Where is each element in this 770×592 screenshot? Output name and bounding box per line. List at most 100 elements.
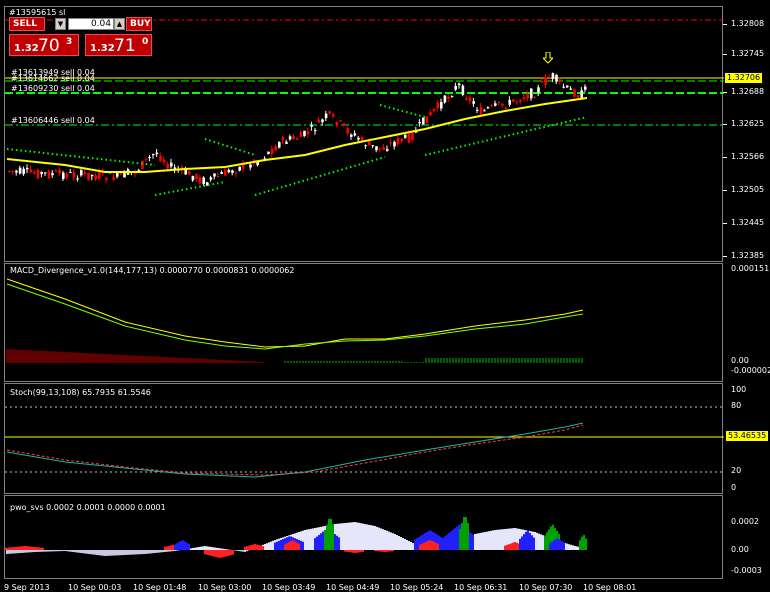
time-axis-label: 10 Sep 06:31 (454, 583, 508, 592)
candle-body (389, 142, 393, 144)
chevron-down-icon[interactable]: ▼ (55, 18, 66, 30)
candle-body (15, 170, 18, 173)
macd-canvas[interactable] (5, 264, 724, 383)
candle-body (11, 170, 15, 172)
stoch-signal-line (6, 424, 584, 476)
candle-body (58, 169, 61, 174)
candle-body (504, 107, 508, 109)
candle-body (202, 177, 205, 185)
candle-body (519, 100, 522, 102)
candle-body (288, 136, 292, 140)
candle-body (227, 169, 231, 173)
candle-body (310, 125, 313, 127)
candle-body (486, 107, 490, 109)
candle-body (234, 172, 238, 174)
order-label-3[interactable]: #13609230 sell 0.04 (11, 84, 95, 93)
pwo-axis-label: -0.0003 (731, 566, 762, 575)
sell-button[interactable]: SELL (9, 17, 45, 31)
price-axis-label: 1.32566 (731, 152, 765, 161)
time-axis-label: 10 Sep 01:48 (133, 583, 187, 592)
candle-body (353, 133, 357, 136)
candle-body (278, 142, 281, 148)
order-label-2[interactable]: #13614662 sell 0.04 (11, 74, 95, 83)
time-axis-label: 9 Sep 2013 (4, 583, 50, 592)
candle-body (479, 106, 483, 115)
macd-histogram (6, 349, 583, 363)
chevron-up-icon[interactable]: ▲ (114, 18, 125, 30)
candle-body (404, 134, 407, 138)
candle-body (98, 172, 101, 179)
candle-body (231, 170, 234, 173)
lot-size-input[interactable] (68, 18, 114, 30)
time-axis-label: 10 Sep 03:49 (262, 583, 316, 592)
candle-body (342, 123, 346, 126)
candle-body (303, 130, 306, 137)
candle-body (321, 119, 324, 123)
candle-body (65, 173, 69, 178)
pwo-pane[interactable]: pwo_svs 0.0002 0.0001 0.0000 0.0001 (4, 495, 723, 579)
stoch-axis-label: 20 (731, 466, 742, 475)
candle-body (281, 137, 285, 141)
candle-body (490, 105, 493, 107)
stoch-canvas[interactable] (5, 384, 724, 495)
candle-body (472, 101, 475, 104)
macd-axis: 0.0001511 0.00 -0.0000028 (723, 263, 770, 382)
price-axis-label: 1.32445 (731, 218, 765, 227)
buy-price-fraction: 0 (142, 37, 149, 47)
candle-body (526, 93, 529, 99)
candle-body (141, 160, 144, 169)
macd-axis-label: -0.0000028 (731, 366, 770, 375)
trend-dots (154, 181, 226, 196)
candle-body (339, 120, 342, 122)
candle-body (350, 134, 353, 137)
macd-main-line (6, 283, 584, 350)
candle-body (51, 173, 54, 176)
candle-body (44, 172, 47, 174)
time-axis-label: 10 Sep 05:24 (390, 583, 444, 592)
time-axis[interactable]: 9 Sep 2013 10 Sep 00:03 10 Sep 01:48 10 … (0, 579, 723, 592)
candle-body (94, 175, 97, 180)
candle-body (33, 172, 36, 174)
candle-body (69, 171, 72, 173)
candle-body (170, 162, 173, 167)
stoch-axis-label: 0 (731, 483, 737, 492)
buy-price-display[interactable]: 1.32 71 0 (85, 34, 152, 56)
buy-button[interactable]: BUY (126, 17, 152, 31)
candle-body (198, 177, 202, 184)
price-axis-label: 1.32745 (731, 49, 765, 58)
candle-body (375, 146, 378, 151)
order-label-4[interactable]: #13606446 sell 0.04 (11, 116, 95, 125)
candle-body (548, 76, 551, 78)
pwo-axis-label: 0.0002 (731, 517, 759, 526)
sell-price-display[interactable]: 1.32 70 3 (9, 34, 79, 56)
stoch-axis: 100 80 20 0 53.46535 (723, 383, 770, 494)
stoch-axis-label: 80 (731, 401, 742, 410)
price-axis[interactable]: 1.32808 1.32745 1.32688 1.32625 1.32566 … (723, 6, 770, 262)
candle-body (461, 85, 465, 96)
price-axis-label: 1.32505 (731, 185, 765, 194)
macd-pane[interactable]: MACD_Divergence_v1.0(144,177,13) 0.00007… (4, 263, 723, 382)
candle-body (324, 113, 328, 119)
time-axis-label: 10 Sep 00:03 (68, 583, 122, 592)
candle-body (26, 168, 29, 170)
candle-body (346, 128, 349, 134)
candle-body (368, 141, 371, 146)
candle-body (224, 169, 227, 176)
candle-body (144, 158, 148, 160)
candle-body (393, 141, 396, 147)
price-axis-label: 1.32808 (731, 19, 765, 28)
candle-body (332, 114, 335, 117)
pwo-axis: 0.0002 0.00 -0.0003 (723, 495, 770, 579)
candle-body (22, 168, 25, 174)
candle-body (465, 98, 468, 100)
stoch-pane[interactable]: Stoch(99,13,108) 65.7935 61.5546 (4, 383, 724, 495)
candle-body (458, 83, 461, 86)
candle-body (184, 169, 187, 175)
sell-price-pips: 70 (38, 36, 60, 56)
candle-body (148, 157, 151, 159)
candle-body (72, 172, 76, 178)
candle-body (396, 138, 400, 145)
candle-body (551, 73, 555, 79)
candle-body (18, 167, 22, 174)
candle-body (544, 77, 547, 85)
